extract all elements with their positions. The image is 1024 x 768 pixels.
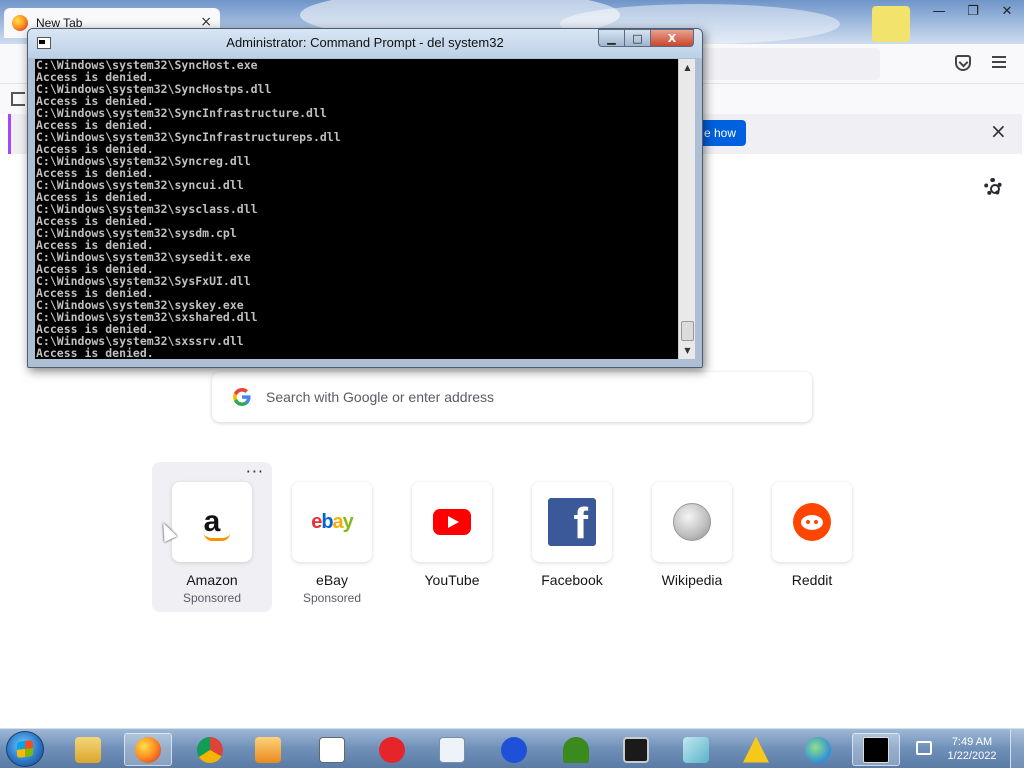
site-tile[interactable]	[772, 482, 852, 562]
site-sponsored-label: Sponsored	[182, 591, 242, 605]
maximize-button[interactable]: □	[624, 29, 650, 47]
scroll-up-arrow-icon[interactable]: ▲	[679, 59, 695, 76]
site-tile[interactable]	[652, 482, 732, 562]
firefox-icon	[12, 15, 28, 31]
tree-icon	[563, 736, 589, 763]
taskbar-item-monitor[interactable]	[612, 733, 660, 766]
top-site-facebook[interactable]: f Facebook	[512, 462, 632, 612]
site-label: Reddit	[791, 572, 833, 588]
top-site-youtube[interactable]: YouTube	[392, 462, 512, 612]
pocket-icon[interactable]	[955, 55, 971, 71]
site-label: Amazon	[186, 572, 238, 588]
youtube-icon	[433, 509, 471, 535]
minimize-button[interactable]: —	[922, 0, 956, 22]
taskbar-item-error[interactable]	[368, 733, 416, 766]
command-prompt-title-bar[interactable]: Administrator: Command Prompt - del syst…	[28, 29, 702, 58]
amazon-icon: a	[203, 507, 230, 541]
wallpaper-decoration	[872, 6, 910, 42]
site-label: Wikipedia	[661, 572, 723, 588]
error-icon	[379, 736, 405, 763]
site-tile[interactable]: f	[532, 482, 612, 562]
site-tile[interactable]	[412, 482, 492, 562]
site-tile[interactable]: ebay	[292, 482, 372, 562]
taskbar-item-explorer[interactable]	[64, 733, 112, 766]
console-text: C:\Windows\system32\SyncHost.exe Access i…	[36, 59, 676, 359]
console-line: Access is denied.	[36, 346, 154, 359]
notepad-icon	[319, 736, 345, 763]
vertical-scrollbar[interactable]: ▲ ▼	[678, 59, 695, 359]
start-button[interactable]	[6, 731, 44, 767]
command-prompt-icon	[863, 736, 889, 763]
taskbar-item-tree[interactable]	[552, 733, 600, 766]
clock-time: 7:49 AM	[951, 736, 993, 748]
tablet-icon	[683, 736, 709, 763]
url-bar[interactable]	[690, 48, 880, 80]
taskbar: 7:49 AM 1/22/2022	[0, 728, 1024, 768]
globe-icon	[805, 736, 831, 763]
ebay-icon: ebay	[311, 510, 354, 533]
scrollbar-thumb[interactable]	[681, 321, 694, 341]
taskbar-item-command-prompt[interactable]	[852, 733, 900, 766]
taskbar-item-plus[interactable]	[490, 733, 538, 766]
cmd-window-controls: ▁ □ X	[598, 29, 694, 47]
top-site-reddit[interactable]: Reddit	[752, 462, 872, 612]
restore-button[interactable]: ❐	[956, 0, 990, 22]
gear-icon[interactable]	[984, 178, 1002, 196]
site-label: eBay	[316, 572, 348, 588]
top-site-ebay[interactable]: ebay eBay Sponsored	[272, 462, 392, 612]
show-desktop-button[interactable]	[1010, 729, 1024, 768]
wikipedia-icon	[673, 503, 711, 541]
site-label: Facebook	[541, 572, 603, 588]
warning-icon	[743, 736, 769, 763]
plus-icon	[501, 736, 527, 763]
taskbar-item-folder[interactable]	[428, 733, 476, 766]
search-input[interactable]	[266, 389, 786, 405]
browser-window-controls: — ❐ ✕	[922, 0, 1024, 22]
folder-icon	[439, 736, 465, 763]
monitor-icon	[623, 736, 649, 763]
taskbar-item-media[interactable]	[244, 733, 292, 766]
more-options-icon[interactable]: ···	[246, 462, 264, 481]
clock-date: 1/22/2022	[947, 750, 997, 762]
command-prompt-window[interactable]: Administrator: Command Prompt - del syst…	[27, 28, 703, 368]
import-bookmarks-icon[interactable]	[11, 92, 25, 106]
taskbar-item-warning[interactable]	[732, 733, 780, 766]
taskbar-item-chrome[interactable]	[186, 733, 234, 766]
search-box[interactable]	[212, 372, 812, 422]
console-output[interactable]: C:\Windows\system32\SyncHost.exe Access i…	[35, 59, 695, 359]
google-icon	[232, 387, 252, 407]
reddit-icon	[793, 503, 831, 541]
firefox-icon	[135, 736, 161, 763]
taskbar-item-notepad[interactable]	[308, 733, 356, 766]
windows-explorer-icon	[75, 736, 101, 763]
media-player-icon	[255, 736, 281, 763]
facebook-icon: f	[548, 498, 596, 546]
chrome-icon	[197, 736, 223, 763]
hamburger-menu-icon[interactable]	[992, 56, 1006, 68]
top-site-wikipedia[interactable]: Wikipedia	[632, 462, 752, 612]
network-icon[interactable]	[916, 741, 932, 755]
notification-close-icon[interactable]: ×	[990, 121, 1007, 141]
site-sponsored-label: Sponsored	[302, 591, 362, 605]
close-button[interactable]: ✕	[990, 0, 1024, 22]
close-button[interactable]: X	[650, 29, 694, 47]
minimize-button[interactable]: ▁	[598, 29, 624, 47]
site-tile[interactable]: a	[172, 482, 252, 562]
system-clock[interactable]: 7:49 AM 1/22/2022	[942, 735, 1002, 763]
taskbar-item-firefox[interactable]	[124, 733, 172, 766]
scroll-down-arrow-icon[interactable]: ▼	[679, 342, 695, 359]
site-label: YouTube	[424, 572, 480, 588]
taskbar-item-tablet[interactable]	[672, 733, 720, 766]
taskbar-item-globe[interactable]	[794, 733, 842, 766]
